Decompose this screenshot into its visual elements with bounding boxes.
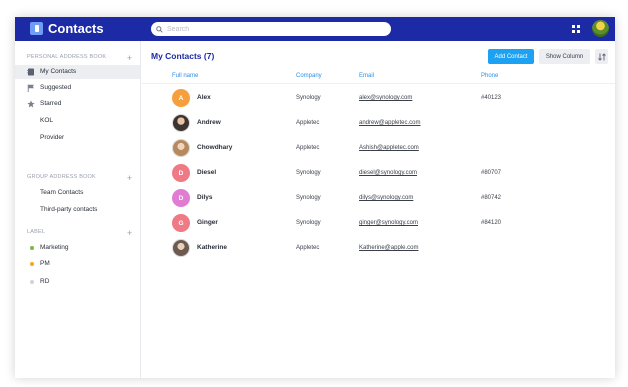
contact-company: Synology xyxy=(296,95,321,101)
page-title: My Contacts (7) xyxy=(151,51,215,61)
add-label-icon[interactable]: + xyxy=(127,229,132,238)
table-row[interactable]: A Alex Synology alex@synology.com #40123 xyxy=(142,86,615,111)
column-header-phone[interactable]: Phone xyxy=(481,73,498,79)
contact-company: Appletec xyxy=(296,145,320,151)
contact-email-link[interactable]: Ashish@appletec.com xyxy=(359,145,419,151)
table-row[interactable]: Andrew Appletec andrew@appletec.com xyxy=(142,111,615,136)
table-row[interactable]: Chowdhary Appletec Ashish@appletec.com xyxy=(142,136,615,161)
avatar: G xyxy=(172,214,190,232)
table-row[interactable]: G Ginger Synology ginger@synology.com #8… xyxy=(142,211,615,236)
sidebar-item-label: KOL xyxy=(40,117,54,124)
show-column-button[interactable]: Show Column xyxy=(539,49,590,64)
personal-address-book-heading: PERSONAL ADDRESS BOOK xyxy=(27,54,107,60)
contact-email-link[interactable]: andrew@appletec.com xyxy=(359,120,420,126)
contact-company: Synology xyxy=(296,195,321,201)
sidebar-item-suggested[interactable]: Suggested xyxy=(15,81,140,95)
avatar: A xyxy=(172,89,190,107)
contact-company: Appletec xyxy=(296,120,320,126)
contact-email-link[interactable]: alex@synology.com xyxy=(359,95,412,101)
contact-name: Dilys xyxy=(197,194,213,201)
contact-phone: #80707 xyxy=(481,170,502,176)
column-header-email[interactable]: Email xyxy=(359,73,374,79)
contact-name: Alex xyxy=(197,94,211,101)
app-title: Contacts xyxy=(48,21,104,36)
label-dot-icon xyxy=(30,280,34,284)
top-bar: Contacts xyxy=(15,17,615,41)
sidebar-item-rd[interactable]: RD xyxy=(15,275,140,289)
sidebar-item-marketing[interactable]: Marketing xyxy=(15,241,140,255)
column-header-company[interactable]: Company xyxy=(296,73,322,79)
contact-name: Ginger xyxy=(197,219,218,226)
contact-phone: #40123 xyxy=(481,95,502,101)
sidebar-item-label: Suggested xyxy=(40,84,72,91)
contact-phone: #80742 xyxy=(481,195,502,201)
contacts-book-icon xyxy=(27,68,34,76)
table-row[interactable]: Katherine Appletec Katherine@apple.com xyxy=(142,236,615,261)
avatar: D xyxy=(172,164,190,182)
star-icon xyxy=(27,100,35,108)
sidebar-item-label: Team Contacts xyxy=(40,189,84,196)
sidebar-item-label: PM xyxy=(40,260,50,267)
flag-icon xyxy=(27,84,34,92)
sidebar: PERSONAL ADDRESS BOOK + My Contacts Sugg… xyxy=(15,41,141,378)
sidebar-item-label: My Contacts xyxy=(40,68,77,75)
sidebar-item-third-party-contacts[interactable]: Third-party contacts xyxy=(15,203,140,217)
sidebar-item-team-contacts[interactable]: Team Contacts xyxy=(15,186,140,200)
contact-name: Diesel xyxy=(197,169,217,176)
sidebar-item-label: RD xyxy=(40,278,50,285)
contact-email-link[interactable]: ginger@synology.com xyxy=(359,220,418,226)
add-personal-book-icon[interactable]: + xyxy=(127,54,132,63)
sidebar-item-provider[interactable]: Provider xyxy=(15,131,140,145)
sort-icon xyxy=(597,53,606,61)
table-row[interactable]: D Diesel Synology diesel@synology.com #8… xyxy=(142,161,615,186)
contact-name: Andrew xyxy=(197,119,221,126)
header-divider xyxy=(142,83,615,84)
avatar xyxy=(172,139,190,157)
column-header-full-name[interactable]: Full name xyxy=(172,73,198,79)
contact-name: Katherine xyxy=(197,244,227,251)
label-dot-icon xyxy=(30,246,34,250)
sidebar-item-label: Marketing xyxy=(40,244,69,251)
search-box[interactable] xyxy=(151,22,391,36)
contact-name: Chowdhary xyxy=(197,144,233,151)
sidebar-item-kol[interactable]: KOL xyxy=(15,114,140,128)
sidebar-item-label: Provider xyxy=(40,134,65,141)
avatar: D xyxy=(172,189,190,207)
contacts-window: Contacts PERSONAL ADDRESS BOOK + My Cont… xyxy=(15,17,615,378)
label-heading: LABEL xyxy=(27,229,46,235)
contact-company: Appletec xyxy=(296,245,320,251)
label-dot-icon xyxy=(30,262,34,266)
apps-grid-icon[interactable] xyxy=(572,25,580,33)
user-avatar[interactable] xyxy=(592,20,609,37)
search-input[interactable] xyxy=(167,25,367,33)
contacts-logo-icon xyxy=(30,22,43,35)
contact-company: Synology xyxy=(296,170,321,176)
avatar xyxy=(172,114,190,132)
sidebar-item-label: Starred xyxy=(40,100,62,107)
add-contact-button[interactable]: Add Contact xyxy=(488,49,534,64)
add-group-book-icon[interactable]: + xyxy=(127,174,132,183)
table-row[interactable]: D Dilys Synology dilys@synology.com #807… xyxy=(142,186,615,211)
avatar xyxy=(172,239,190,257)
sidebar-item-label: Third-party contacts xyxy=(40,206,98,213)
sidebar-item-my-contacts[interactable]: My Contacts xyxy=(15,65,140,79)
contact-email-link[interactable]: diesel@synology.com xyxy=(359,170,417,176)
sidebar-item-pm[interactable]: PM xyxy=(15,257,140,271)
contact-company: Synology xyxy=(296,220,321,226)
sort-button[interactable] xyxy=(595,49,608,64)
group-address-book-heading: GROUP ADDRESS BOOK xyxy=(27,174,96,180)
contact-phone: #84120 xyxy=(481,220,502,226)
contact-email-link[interactable]: Katherine@apple.com xyxy=(359,245,418,251)
sidebar-item-starred[interactable]: Starred xyxy=(15,97,140,111)
main-panel: My Contacts (7) Add Contact Show Column … xyxy=(142,41,615,378)
contact-email-link[interactable]: dilys@synology.com xyxy=(359,195,413,201)
search-icon xyxy=(156,25,163,33)
